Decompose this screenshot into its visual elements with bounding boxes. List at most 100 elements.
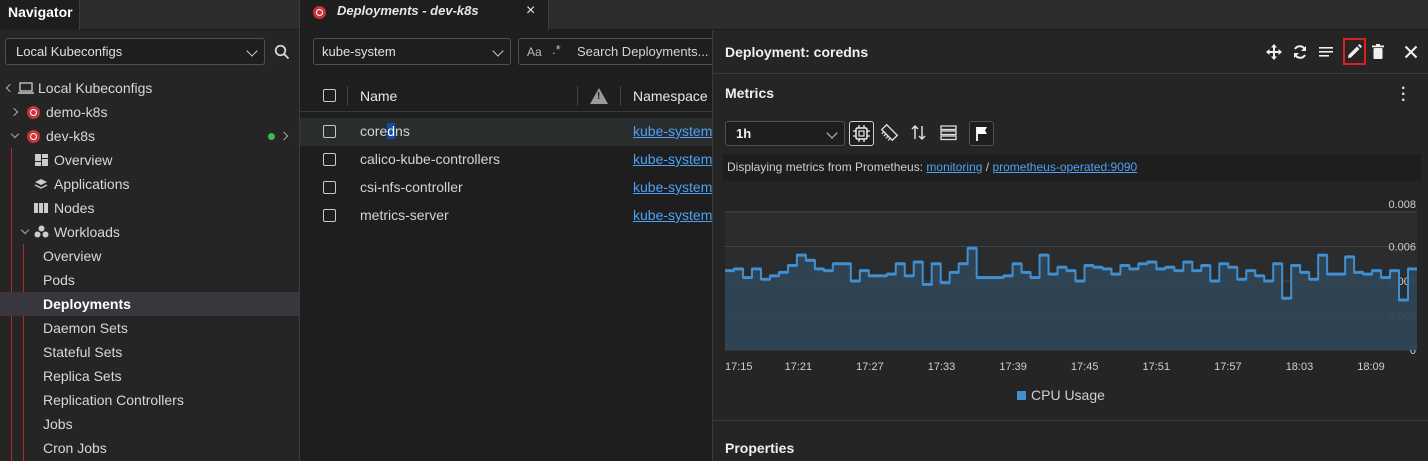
data-point [805, 258, 815, 262]
delete-icon[interactable] [1368, 42, 1388, 62]
table-row[interactable]: metrics-server kube-system [300, 202, 712, 230]
storage-icon [940, 125, 957, 141]
detail-title: Deployment: coredns [725, 44, 869, 60]
tree-item-replication-controllers[interactable]: Replication Controllers [0, 388, 299, 412]
search-input[interactable]: Aa .* Search Deployments... [518, 38, 718, 65]
tree-item-dev-k8s[interactable]: dev-k8s [0, 124, 299, 148]
edit-icon[interactable] [1344, 42, 1364, 62]
cpu-metric-button[interactable] [849, 121, 874, 146]
scale-icon[interactable] [1264, 42, 1284, 62]
match-case-icon[interactable]: Aa [527, 45, 542, 59]
regex-icon[interactable]: .* [552, 42, 561, 57]
navigator-panel: Navigator Local Kubeconfigs Local Kubeco… [0, 0, 300, 461]
data-point [1120, 263, 1130, 267]
namespace-link[interactable]: kube-system [633, 123, 712, 139]
tree-item-demo-k8s[interactable]: demo-k8s [0, 100, 299, 124]
data-point [1030, 276, 1040, 280]
logs-icon[interactable] [1316, 42, 1336, 62]
filesystem-metric-button[interactable] [937, 121, 962, 146]
data-point [922, 282, 932, 286]
select-all-checkbox[interactable] [323, 89, 336, 102]
data-point [940, 281, 950, 285]
data-point [1228, 265, 1238, 269]
tree-item-cron-jobs[interactable]: Cron Jobs [0, 436, 299, 460]
events-metric-button[interactable] [969, 121, 994, 146]
row-checkbox[interactable] [323, 209, 336, 222]
tree-label: Local Kubeconfigs [38, 80, 153, 96]
monitoring-link[interactable]: monitoring [926, 160, 982, 174]
close-icon[interactable]: × [526, 2, 535, 20]
x-tick-label: 17:51 [1143, 361, 1171, 373]
data-point [1021, 270, 1031, 274]
namespace-link[interactable]: kube-system [633, 179, 712, 195]
namespace-link[interactable]: kube-system [633, 151, 712, 167]
flag-icon [976, 127, 987, 141]
table-row[interactable]: coredns kube-system [300, 118, 712, 146]
table-row[interactable]: csi-nfs-controller kube-system [300, 174, 712, 202]
swap-vertical-icon [911, 124, 926, 141]
deployment-name: metrics-server [360, 207, 449, 223]
restart-icon[interactable] [1290, 42, 1310, 62]
memory-metric-button[interactable] [878, 121, 903, 146]
tree-item-local-kubeconfigs[interactable]: Local Kubeconfigs [0, 76, 299, 100]
tree-item-workloads-overview[interactable]: Overview [0, 244, 299, 268]
tree-label: Pods [43, 272, 75, 288]
data-point [1273, 262, 1283, 266]
column-divider [347, 86, 348, 106]
tree-item-workloads[interactable]: Workloads [0, 220, 299, 244]
data-point [1300, 270, 1310, 274]
more-options-icon[interactable]: · · · [1401, 81, 1406, 109]
navigator-header: Navigator [0, 0, 299, 30]
tree-item-daemon-sets[interactable]: Daemon Sets [0, 316, 299, 340]
info-text: Displaying metrics from Prometheus: [727, 160, 927, 174]
data-point [1363, 272, 1373, 276]
time-range-select[interactable]: 1h [725, 121, 845, 146]
data-point [1066, 269, 1076, 273]
search-placeholder: Search Deployments... [577, 44, 709, 59]
namespace-link[interactable]: kube-system [633, 207, 712, 223]
tree-item-pods[interactable]: Pods [0, 268, 299, 292]
section-divider [713, 420, 1428, 421]
data-point [958, 262, 968, 266]
data-point [895, 262, 905, 266]
data-point [1399, 298, 1409, 302]
kubeconfig-source-select[interactable]: Local Kubeconfigs [5, 38, 265, 65]
data-point [1291, 263, 1301, 267]
tree-item-jobs[interactable]: Jobs [0, 412, 299, 436]
data-point [1390, 269, 1400, 273]
tree-item-deployments[interactable]: Deployments [0, 292, 299, 316]
tree-item-replica-sets[interactable]: Replica Sets [0, 364, 299, 388]
name-part: ns [395, 123, 410, 139]
tree-item-applications[interactable]: Applications [0, 172, 299, 196]
data-point [1219, 262, 1229, 266]
data-point [976, 276, 986, 280]
chevron-down-icon [10, 129, 20, 139]
search-icon[interactable] [274, 44, 290, 60]
x-tick-label: 18:09 [1357, 361, 1385, 373]
layers-icon [34, 179, 48, 189]
close-icon[interactable] [1401, 42, 1421, 62]
namespace-select[interactable]: kube-system [313, 38, 511, 65]
chart-legend[interactable]: CPU Usage [1017, 387, 1105, 403]
data-point [725, 269, 734, 273]
column-header-name[interactable]: Name [360, 88, 397, 104]
row-checkbox[interactable] [323, 125, 336, 138]
navigator-tab[interactable]: Navigator [0, 0, 80, 30]
tab-deployments-dev-k8s[interactable]: Deployments - dev-k8s × [300, 0, 549, 30]
data-point [1048, 272, 1058, 276]
tree-item-overview[interactable]: Overview [0, 148, 299, 172]
chevron-right-icon[interactable] [279, 131, 289, 141]
tree-item-stateful-sets[interactable]: Stateful Sets [0, 340, 299, 364]
row-checkbox[interactable] [323, 153, 336, 166]
x-tick-label: 17:15 [725, 361, 753, 373]
tree-item-nodes[interactable]: Nodes [0, 196, 299, 220]
kubernetes-icon [313, 6, 326, 19]
prometheus-link[interactable]: prometheus-operated:9090 [992, 160, 1137, 174]
table-row[interactable]: calico-kube-controllers kube-system [300, 146, 712, 174]
column-header-namespace[interactable]: Namespace [633, 88, 708, 104]
network-metric-button[interactable] [907, 121, 932, 146]
x-tick-label: 17:45 [1071, 361, 1099, 373]
data-point [1111, 272, 1121, 276]
row-checkbox[interactable] [323, 181, 336, 194]
tree-label: dev-k8s [46, 128, 96, 144]
